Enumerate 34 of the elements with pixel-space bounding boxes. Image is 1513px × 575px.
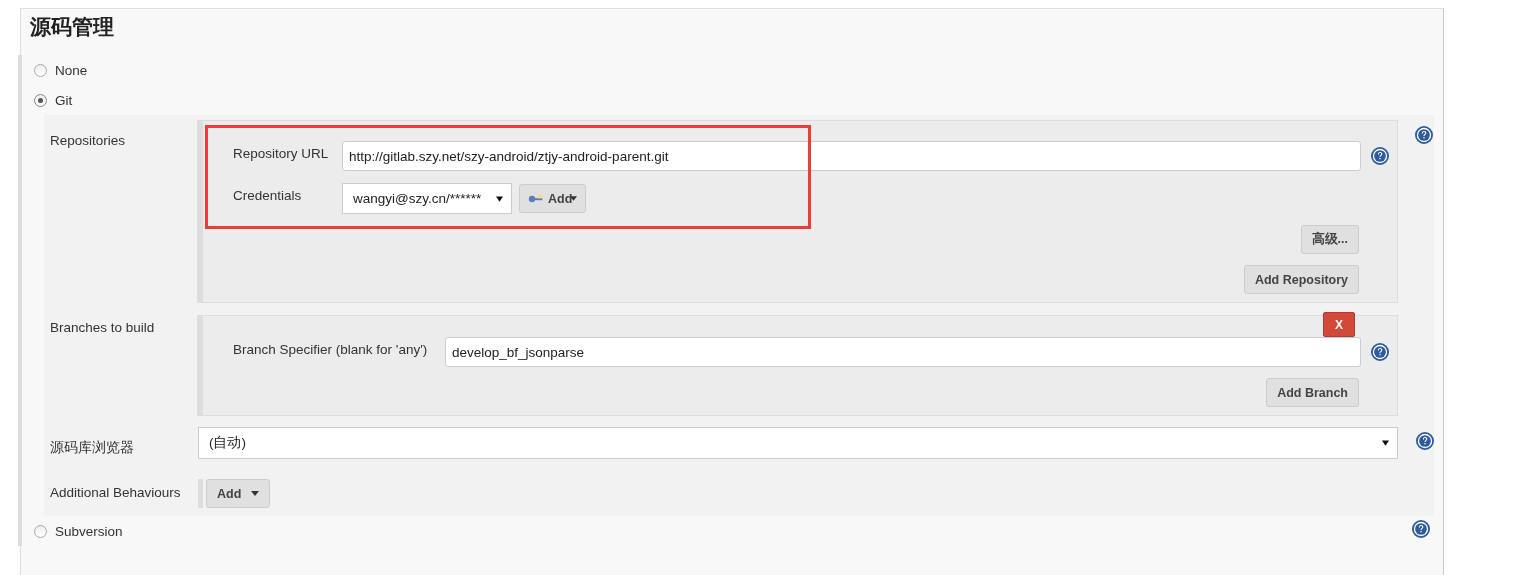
advanced-button[interactable]: 高级...: [1300, 225, 1359, 254]
help-icon[interactable]: [1371, 343, 1389, 361]
caret-icon: [570, 196, 578, 201]
caret-icon: [251, 491, 260, 496]
section-heading: 源码管理: [29, 14, 115, 41]
add-credentials-button[interactable]: Add: [519, 184, 587, 213]
caret-icon: [1382, 440, 1389, 446]
field-label: Additional Behaviours: [49, 484, 182, 500]
radio-label[interactable]: Git: [55, 92, 73, 108]
help-icon[interactable]: [1416, 432, 1434, 450]
radio-button[interactable]: [34, 63, 47, 77]
field-label: Credentials: [233, 188, 303, 205]
delete-button[interactable]: X: [1323, 312, 1355, 337]
radio-button[interactable]: [34, 524, 47, 538]
field-label: Repository URL: [233, 145, 330, 163]
field-label: Repositories: [49, 132, 127, 148]
field-label: Branch Specifier (blank for 'any'): [233, 341, 429, 359]
field-label: Branches to build: [49, 319, 156, 335]
help-icon[interactable]: [1412, 520, 1430, 538]
add-behaviour-button[interactable]: Add: [206, 479, 271, 508]
branch-specifier-field[interactable]: develop_bf_jsonparse: [445, 337, 1361, 367]
help-icon[interactable]: [1415, 126, 1433, 144]
repository-browser-dropdown[interactable]: (自动): [197, 427, 1398, 459]
field-label: 源码库浏览器: [49, 439, 135, 457]
radio-button[interactable]: [34, 93, 47, 107]
caret-icon: [496, 195, 503, 202]
repository-url-field[interactable]: http://gitlab.szy.net/szy-android/ztjy-android-parent.git: [342, 141, 1361, 171]
add-branch-button[interactable]: Add Branch: [1266, 378, 1359, 407]
add-repository-button[interactable]: Add Repository: [1243, 265, 1359, 294]
radio-label[interactable]: Subversion: [55, 523, 123, 539]
help-icon[interactable]: [1371, 147, 1389, 165]
radio-label[interactable]: None: [55, 62, 88, 78]
key-icon: [528, 193, 544, 204]
credentials-dropdown[interactable]: wangyi@szy.cn/******: [342, 183, 512, 214]
